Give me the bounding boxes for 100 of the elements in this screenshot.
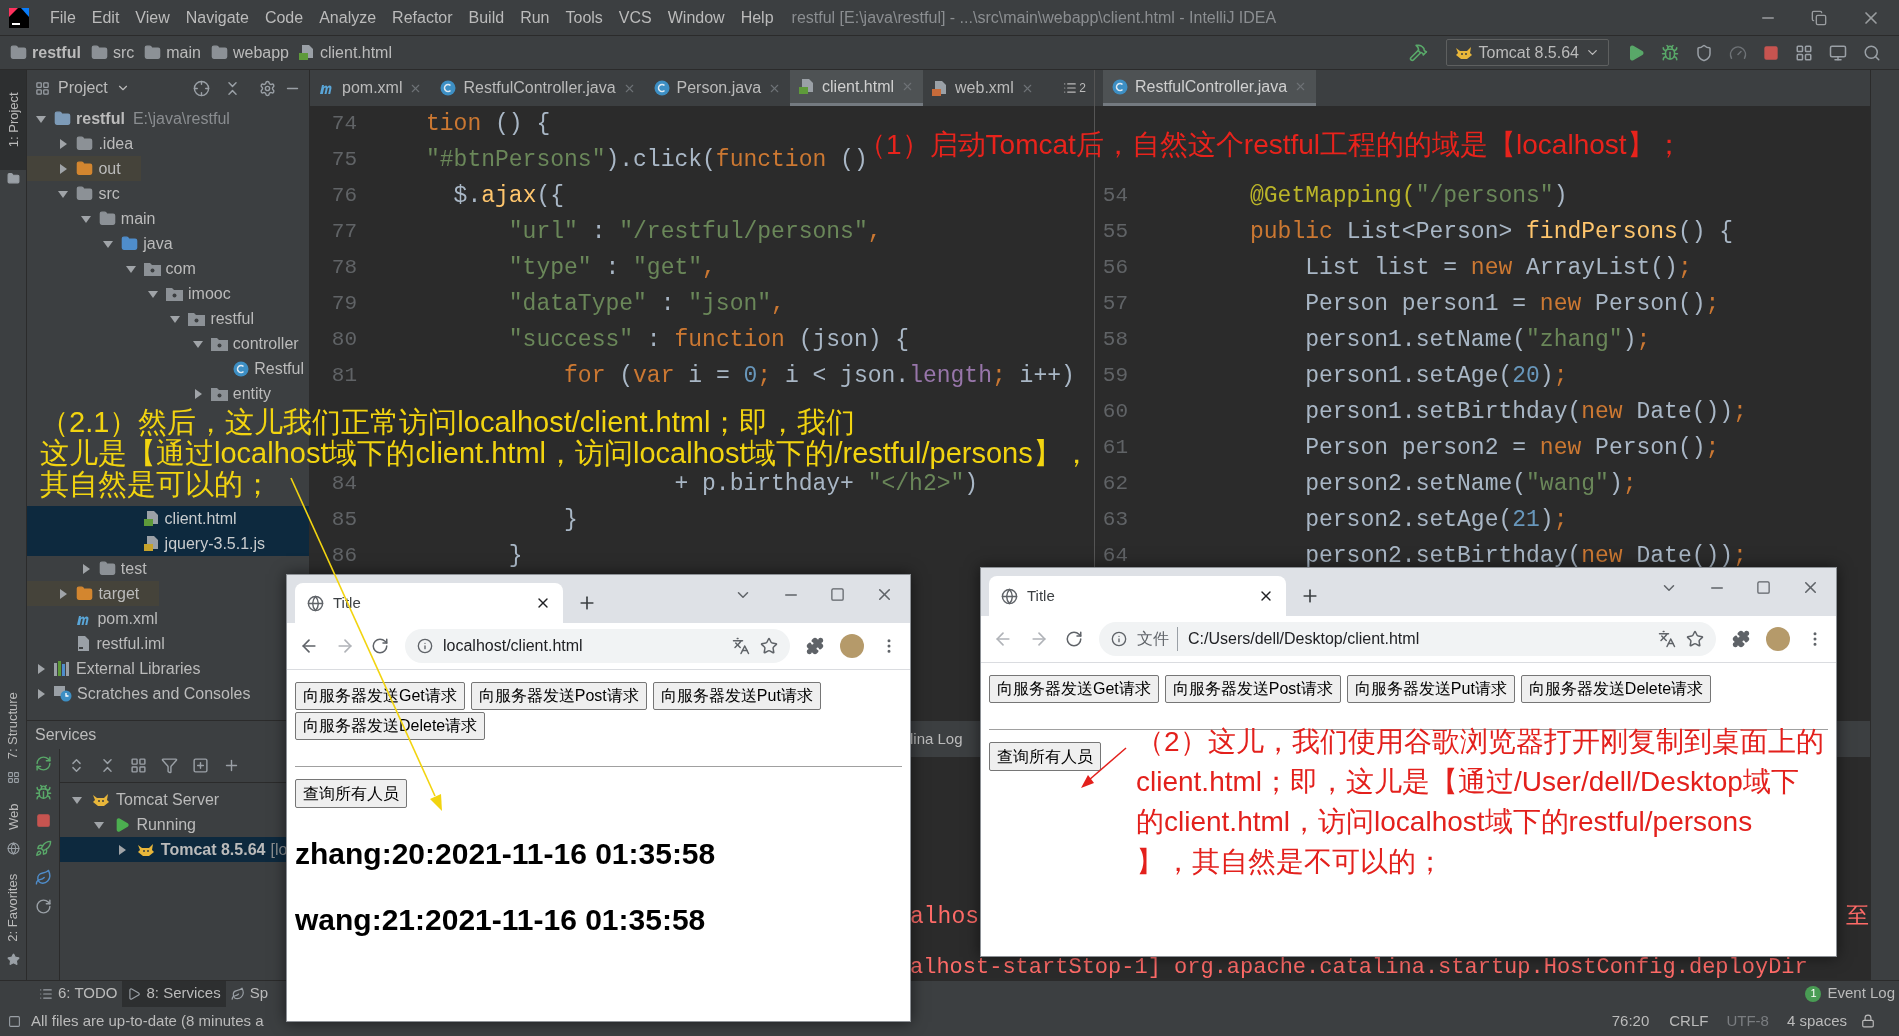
grid-icon[interactable] <box>1795 43 1813 62</box>
tree-item[interactable]: pom.xml <box>27 606 162 631</box>
menu-item[interactable]: Build <box>460 5 513 30</box>
expand-arrow-icon[interactable] <box>36 663 46 674</box>
crosshair-icon[interactable] <box>193 79 210 97</box>
editor-tab[interactable]: Person.java <box>644 70 791 106</box>
menu-item[interactable]: Navigate <box>177 5 257 30</box>
tree-item[interactable]: com <box>27 256 200 281</box>
menu-item[interactable]: Refactor <box>384 5 461 30</box>
browser-tab[interactable]: Title <box>989 576 1286 616</box>
refresh-icon[interactable] <box>34 755 52 772</box>
tree-item[interactable]: src <box>27 181 124 206</box>
menu-item[interactable]: Help <box>732 5 782 30</box>
expand-arrow-icon[interactable] <box>148 288 158 299</box>
expand-arrow-icon[interactable] <box>58 188 69 199</box>
tree-item[interactable]: test <box>27 556 151 581</box>
expand-arrow-icon[interactable] <box>80 213 91 224</box>
expand-arrow-icon[interactable] <box>103 238 114 249</box>
address-bar[interactable]: localhost/client.html <box>405 629 790 663</box>
tree-item[interactable]: main <box>27 206 160 231</box>
tree-item[interactable]: java <box>27 231 177 256</box>
reload-icon[interactable] <box>371 637 389 655</box>
indent-setting[interactable]: 4 spaces <box>1786 1009 1847 1033</box>
bookmark-star-icon[interactable] <box>1686 630 1704 648</box>
search-icon[interactable] <box>1863 43 1881 62</box>
tree-item[interactable]: controller <box>27 331 303 356</box>
menu-item[interactable]: Run <box>512 5 558 30</box>
menu-item[interactable]: Edit <box>83 5 128 30</box>
filter-icon[interactable] <box>161 757 178 774</box>
menu-item[interactable]: Window <box>659 5 733 30</box>
settings-icon[interactable] <box>259 79 276 97</box>
tab-overflow-button[interactable]: 2 <box>1063 79 1094 97</box>
tree-item[interactable]: External Libraries <box>27 656 205 681</box>
restore-icon[interactable] <box>1811 9 1827 26</box>
add-service-icon[interactable] <box>192 757 209 774</box>
tree-item[interactable]: client.html <box>27 506 309 531</box>
menu-item[interactable]: Code <box>256 5 312 30</box>
expand-arrow-icon[interactable] <box>170 313 181 324</box>
bookmark-star-icon[interactable] <box>760 637 778 655</box>
tree-item[interactable]: restful <box>27 306 258 331</box>
avatar-placeholder[interactable] <box>1766 627 1790 651</box>
bug-icon[interactable] <box>1661 43 1679 62</box>
reload-icon[interactable] <box>34 898 52 915</box>
maximize-icon[interactable] <box>830 587 845 602</box>
extensions-icon[interactable] <box>1732 630 1750 648</box>
expand-arrow-icon[interactable] <box>36 113 46 124</box>
tool-window-tab[interactable]: 6: TODO <box>34 980 123 1007</box>
stop-icon[interactable] <box>35 813 51 828</box>
tool-window-tab[interactable]: 2: Favorites <box>3 874 23 942</box>
run-config-dropdown[interactable]: Tomcat 8.5.64 <box>1445 39 1609 66</box>
request-button[interactable]: 向服务器发送Get请求 <box>989 675 1159 703</box>
breadcrumb-item[interactable]: webapp <box>232 40 289 65</box>
expand-arrow-icon[interactable] <box>192 338 203 349</box>
leaf-icon[interactable] <box>34 869 52 886</box>
hammer-icon[interactable] <box>1408 43 1428 62</box>
query-button[interactable]: 查询所有人员 <box>989 742 1101 771</box>
translate-icon[interactable] <box>732 637 750 655</box>
expand-arrow-icon[interactable] <box>125 263 136 274</box>
tree-item[interactable]: out <box>27 156 141 181</box>
breadcrumb-item[interactable]: client.html <box>319 40 392 65</box>
tree-item[interactable]: Scratches and Consoles <box>27 681 255 706</box>
breadcrumb-item[interactable]: src <box>112 40 135 65</box>
menu-item[interactable]: View <box>127 5 178 30</box>
address-bar[interactable]: 文件 C:/Users/dell/Desktop/client.html <box>1099 622 1716 656</box>
plus-icon[interactable] <box>223 757 240 774</box>
expand-arrow-icon[interactable] <box>36 688 46 699</box>
expand-arrow-icon[interactable] <box>58 138 69 149</box>
run-icon[interactable] <box>1627 43 1645 62</box>
event-log-button[interactable]: 1 Event Log <box>1805 982 1895 1005</box>
tree-item[interactable]: jquery-3.5.1.js <box>27 531 309 556</box>
console-tab[interactable]: lina Log <box>910 727 963 751</box>
tree-item[interactable]: entity <box>27 381 276 406</box>
extensions-icon[interactable] <box>806 637 824 655</box>
query-button[interactable]: 查询所有人员 <box>295 779 407 808</box>
caret-position[interactable]: 76:20 <box>1611 1009 1650 1033</box>
expand-arrow-icon[interactable] <box>116 844 127 855</box>
lock-icon[interactable] <box>1861 1014 1875 1028</box>
reload-icon[interactable] <box>1065 630 1083 648</box>
request-button[interactable]: 向服务器发送Post请求 <box>1164 675 1341 703</box>
tree-item[interactable]: .idea <box>27 131 138 156</box>
menu-item[interactable]: Analyze <box>311 5 385 30</box>
request-button[interactable]: 向服务器发送Post请求 <box>470 682 647 710</box>
expand-arrow-icon[interactable] <box>94 819 105 830</box>
project-view-dropdown[interactable]: Project <box>35 76 130 100</box>
tree-item[interactable]: restful.iml <box>27 631 169 656</box>
group-icon[interactable] <box>130 757 147 774</box>
line-ending[interactable]: CRLF <box>1669 1009 1709 1033</box>
tree-item[interactable]: Running <box>60 812 200 837</box>
editor-tab[interactable]: RestfulController.java <box>1103 70 1317 106</box>
expand-arrow-icon[interactable] <box>58 163 69 174</box>
request-button[interactable]: 向服务器发送Put请求 <box>1346 675 1515 703</box>
tool-window-tab[interactable]: 8: Services <box>122 980 226 1007</box>
tree-item[interactable]: Tomcat Server <box>60 787 224 812</box>
tool-window-tab[interactable]: 7: Structure <box>3 692 23 760</box>
request-button[interactable]: 向服务器发送Put请求 <box>652 682 821 710</box>
breadcrumb-item[interactable]: restful <box>32 40 81 65</box>
tool-window-tab[interactable]: Web <box>3 803 23 831</box>
editor-tab[interactable]: web.xml <box>923 70 1043 106</box>
tree-item[interactable]: Restful <box>27 356 308 381</box>
expand-arrow-icon[interactable] <box>58 588 69 599</box>
